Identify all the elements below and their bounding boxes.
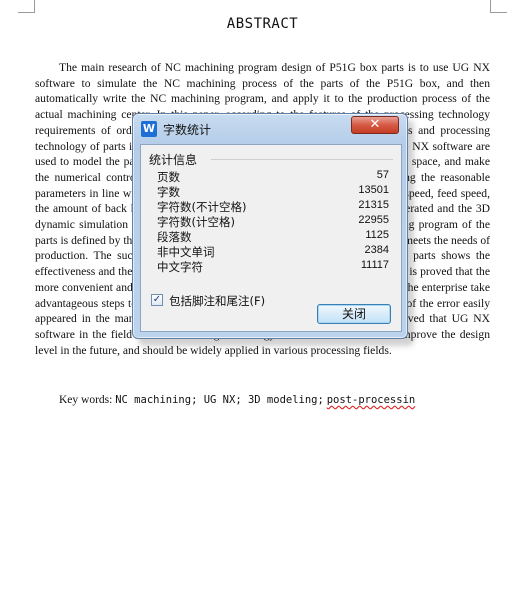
stat-label: 页数 — [157, 170, 180, 184]
stat-row-chars-with-spaces: 字符数(计空格) 22955 — [157, 214, 389, 229]
close-button[interactable]: 关闭 — [317, 304, 391, 324]
page-corner-mark-left — [18, 0, 35, 13]
page-corner-mark-right — [490, 0, 507, 13]
stat-value: 2384 — [364, 244, 389, 256]
stat-label: 字数 — [157, 185, 180, 199]
statistics-group-label: 统计信息 — [149, 151, 202, 168]
stat-row-chars-no-spaces: 字符数(不计空格) 21315 — [157, 199, 389, 214]
statistics-list: 页数 57 字数 13501 字符数(不计空格) 21315 字符数(计空格) … — [157, 169, 389, 274]
close-icon[interactable]: ✕ — [351, 116, 399, 134]
stat-value: 1125 — [365, 229, 389, 241]
stat-value: 21315 — [358, 199, 389, 211]
stat-label: 字符数(不计空格) — [157, 200, 247, 214]
word-count-dialog: W 字数统计 ✕ 统计信息 页数 57 字数 13501 字符数(不计空格) 2… — [132, 113, 408, 339]
stat-value: 13501 — [358, 184, 389, 196]
dialog-client-area: 统计信息 页数 57 字数 13501 字符数(不计空格) 21315 字符数(… — [140, 144, 402, 332]
stat-label: 字符数(计空格) — [157, 215, 235, 229]
stat-row-paragraphs: 段落数 1125 — [157, 229, 389, 244]
include-footnotes-label[interactable]: 包括脚注和尾注(F) — [169, 293, 265, 309]
dialog-titlebar[interactable]: W 字数统计 ✕ — [133, 114, 407, 142]
stat-label: 中文字符 — [157, 260, 203, 274]
group-divider — [211, 159, 393, 160]
stat-row-words: 字数 13501 — [157, 184, 389, 199]
keywords-label: Key words: — [59, 394, 113, 406]
stat-row-pages: 页数 57 — [157, 169, 389, 184]
keywords-misspelled-word: post-processin — [326, 394, 416, 406]
stat-label: 段落数 — [157, 230, 192, 244]
stat-value: 22955 — [358, 214, 389, 226]
dialog-title: 字数统计 — [163, 123, 212, 137]
stat-row-non-chinese-words: 非中文单词 2384 — [157, 244, 389, 259]
stat-label: 非中文单词 — [157, 245, 215, 259]
keywords-line: Key words: NC machining; UG NX; 3D model… — [59, 394, 415, 406]
stat-row-chinese-chars: 中文字符 11117 — [157, 259, 389, 274]
document-title: ABSTRACT — [226, 16, 299, 32]
keywords-text: NC machining; UG NX; 3D modeling; — [115, 394, 324, 406]
stat-value: 11117 — [360, 259, 389, 271]
word-app-icon: W — [141, 121, 157, 137]
stat-value: 57 — [376, 169, 389, 181]
include-footnotes-checkbox[interactable]: ✓ — [151, 294, 163, 306]
